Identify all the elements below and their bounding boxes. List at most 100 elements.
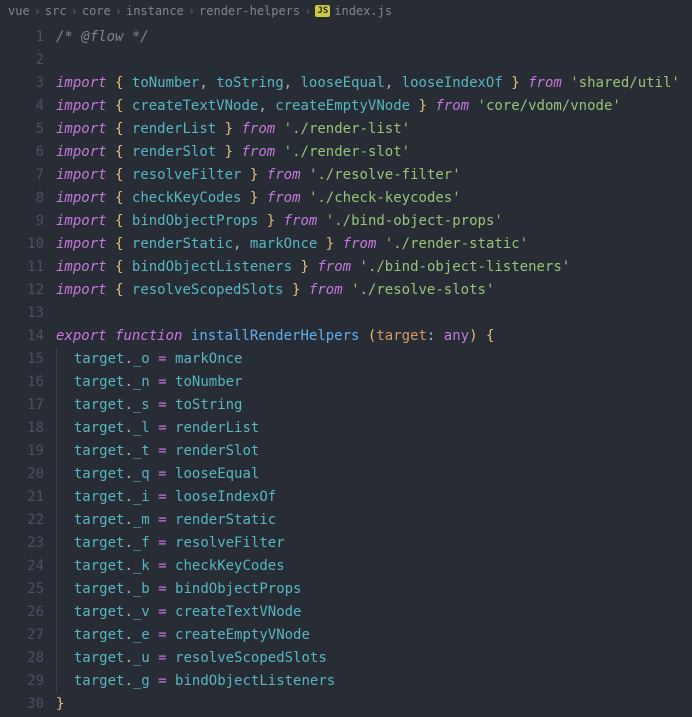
code-line[interactable]: import { resolveFilter } from './resolve…: [56, 164, 692, 187]
code-line[interactable]: target._o = markOnce: [56, 348, 692, 371]
token-plain: [167, 673, 175, 689]
token-ident: looseIndexOf: [402, 75, 503, 91]
code-line[interactable]: target._e = createEmptyVNode: [56, 624, 692, 647]
token-keyword: import: [56, 144, 107, 160]
code-line[interactable]: import { renderStatic, markOnce } from '…: [56, 233, 692, 256]
token-string: 'shared/util': [570, 75, 680, 91]
token-plain: [150, 489, 158, 505]
code-line[interactable]: target._s = toString: [56, 394, 692, 417]
token-ident: bindObjectListeners: [175, 673, 335, 689]
line-number: 23: [0, 532, 44, 555]
token-plain: [123, 236, 131, 252]
token-plain: .: [124, 535, 132, 551]
token-op: =: [158, 443, 166, 459]
code-editor[interactable]: 1234567891011121314151617181920212223242…: [0, 22, 692, 717]
code-line[interactable]: /* @flow */: [56, 26, 692, 49]
token-keyword: import: [56, 190, 107, 206]
code-line[interactable]: target._t = renderSlot: [56, 440, 692, 463]
token-ident: createEmptyVNode: [175, 627, 310, 643]
token-type: any: [444, 328, 469, 344]
token-op: =: [158, 397, 166, 413]
line-number: 14: [0, 325, 44, 348]
code-line[interactable]: export function installRenderHelpers (ta…: [56, 325, 692, 348]
token-plain: .: [124, 489, 132, 505]
code-line[interactable]: import { toNumber, toString, looseEqual,…: [56, 72, 692, 95]
breadcrumb[interactable]: vue›src›core›instance›render-helpers›JSi…: [0, 0, 692, 22]
token-string: './render-slot': [284, 144, 410, 160]
line-number: 21: [0, 486, 44, 509]
token-op: =: [158, 420, 166, 436]
token-ident: target: [74, 581, 125, 597]
code-line[interactable]: import { bindObjectListeners } from './b…: [56, 256, 692, 279]
code-line[interactable]: import { checkKeyCodes } from './check-k…: [56, 187, 692, 210]
token-keyword: export: [56, 328, 107, 344]
code-line[interactable]: target._g = bindObjectListeners: [56, 670, 692, 693]
token-punct: }: [225, 121, 233, 137]
token-plain: [150, 558, 158, 574]
breadcrumb-segment[interactable]: src: [45, 4, 67, 18]
breadcrumb-file[interactable]: JSindex.js: [315, 4, 392, 18]
token-plain: [150, 420, 158, 436]
token-keyword: from: [284, 213, 318, 229]
token-string: './render-list': [284, 121, 410, 137]
token-plain: [150, 397, 158, 413]
token-op: =: [158, 535, 166, 551]
token-ident: target: [74, 351, 125, 367]
token-keyword: function: [115, 328, 182, 344]
code-line[interactable]: target._u = resolveScopedSlots: [56, 647, 692, 670]
line-number: 27: [0, 624, 44, 647]
token-plain: [150, 673, 158, 689]
token-ident: bindObjectProps: [175, 581, 301, 597]
code-line[interactable]: import { renderSlot } from './render-slo…: [56, 141, 692, 164]
code-line[interactable]: [56, 302, 692, 325]
code-line[interactable]: target._b = bindObjectProps: [56, 578, 692, 601]
code-content[interactable]: /* @flow */ import { toNumber, toString, …: [56, 22, 692, 717]
code-line[interactable]: target._m = renderStatic: [56, 509, 692, 532]
token-plain: [469, 98, 477, 114]
breadcrumb-segment[interactable]: core: [82, 4, 111, 18]
token-plain: [258, 190, 266, 206]
code-line[interactable]: target._v = createTextVNode: [56, 601, 692, 624]
breadcrumb-segment[interactable]: render-helpers: [199, 4, 300, 18]
code-line[interactable]: [56, 49, 692, 72]
code-line[interactable]: }: [56, 693, 692, 716]
code-line[interactable]: target._l = renderList: [56, 417, 692, 440]
token-plain: [241, 190, 249, 206]
token-plain: .: [124, 351, 132, 367]
code-line[interactable]: target._k = checkKeyCodes: [56, 555, 692, 578]
token-plain: .: [124, 627, 132, 643]
token-plain: [107, 121, 115, 137]
chevron-right-icon: ›: [71, 4, 78, 18]
token-plain: [57, 535, 74, 551]
token-plain: [317, 213, 325, 229]
token-keyword: from: [343, 236, 377, 252]
token-ident: _i: [133, 489, 150, 505]
token-plain: [275, 213, 283, 229]
token-plain: [167, 443, 175, 459]
line-number: 11: [0, 256, 44, 279]
token-ident: markOnce: [250, 236, 317, 252]
code-line[interactable]: target._q = looseEqual: [56, 463, 692, 486]
token-op: =: [158, 604, 166, 620]
token-ident: target: [74, 512, 125, 528]
token-plain: .: [124, 673, 132, 689]
breadcrumb-segment[interactable]: instance: [126, 4, 184, 18]
code-line[interactable]: import { resolveScopedSlots } from './re…: [56, 279, 692, 302]
token-plain: [167, 374, 175, 390]
code-line[interactable]: import { bindObjectProps } from './bind-…: [56, 210, 692, 233]
code-line[interactable]: import { createTextVNode, createEmptyVNo…: [56, 95, 692, 118]
token-plain: [107, 328, 115, 344]
code-line[interactable]: import { renderList } from './render-lis…: [56, 118, 692, 141]
token-ident: target: [74, 443, 125, 459]
token-plain: [57, 650, 74, 666]
line-number: 15: [0, 348, 44, 371]
token-keyword: from: [528, 75, 562, 91]
code-line[interactable]: target._f = resolveFilter: [56, 532, 692, 555]
breadcrumb-segment[interactable]: vue: [8, 4, 30, 18]
token-plain: .: [124, 443, 132, 459]
token-ident: _s: [133, 397, 150, 413]
token-plain: [503, 75, 511, 91]
line-number: 5: [0, 118, 44, 141]
code-line[interactable]: target._i = looseIndexOf: [56, 486, 692, 509]
code-line[interactable]: target._n = toNumber: [56, 371, 692, 394]
